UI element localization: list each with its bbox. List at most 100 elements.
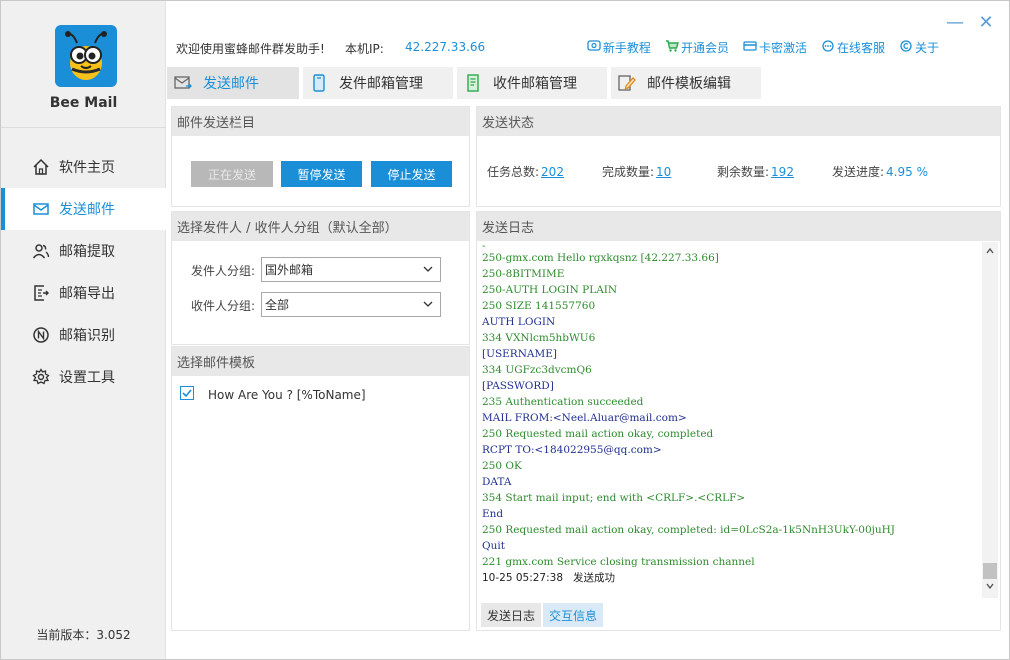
receiver-group-label: 收件人分组: — [191, 299, 256, 313]
stop-send-button[interactable]: 停止发送 — [371, 161, 452, 187]
sidebar-item-export[interactable]: 邮箱导出 — [1, 272, 166, 314]
ip-label: 本机IP: — [345, 42, 384, 56]
gear-icon — [31, 367, 51, 387]
sidebar-item-label: 邮箱导出 — [59, 286, 115, 302]
status-panel-title: 发送状态 — [477, 107, 1000, 136]
done-count: 完成数量: 10 — [602, 165, 672, 179]
sidebar-item-label: 设置工具 — [59, 370, 115, 386]
vip-link[interactable]: 开通会员 — [665, 39, 729, 56]
log-tab-interaction[interactable]: 交互信息 — [543, 603, 604, 627]
sidebar: Bee Mail 软件主页 发送邮件 邮箱提取 邮箱导出 邮箱识别 设置工具 当… — [1, 1, 166, 659]
welcome-text: 欢迎使用蜜蜂邮件群发助手! — [176, 42, 325, 56]
checkbox-checked-icon[interactable] — [180, 386, 194, 404]
online-service-link[interactable]: 在线客服 — [821, 39, 885, 56]
card-activate-link[interactable]: 卡密激活 — [743, 39, 807, 56]
log-line: MAIL FROM:<Neel.Aluar@mail.com> — [482, 412, 687, 424]
log-content: - 250-gmx.com Hello rgxkqsnz [42.227.33.… — [479, 242, 987, 596]
scroll-thumb[interactable] — [983, 563, 997, 579]
export-icon — [31, 283, 51, 303]
app-name: Bee Mail — [49, 95, 118, 111]
chevron-down-icon — [422, 263, 434, 278]
sidebar-item-label: 软件主页 — [59, 160, 115, 176]
close-button[interactable]: ✕ — [975, 11, 997, 33]
sidebar-item-extract[interactable]: 邮箱提取 — [1, 230, 166, 272]
users-icon — [31, 241, 51, 261]
log-line: DATA — [482, 476, 512, 488]
sidebar-item-send-mail[interactable]: 发送邮件 — [1, 188, 166, 230]
log-line: 250 Requested mail action okay, complete… — [482, 524, 896, 536]
log-tabs: 发送日志 交互信息 — [481, 603, 604, 627]
group-panel-title: 选择发件人 / 收件人分组（默认全部） — [172, 212, 469, 241]
app-window: Bee Mail 软件主页 发送邮件 邮箱提取 邮箱导出 邮箱识别 设置工具 当… — [0, 0, 1010, 660]
home-icon — [31, 157, 51, 177]
about-link[interactable]: 关于 — [899, 39, 939, 56]
sidebar-divider — [1, 127, 166, 128]
main-tabs: 发送邮件 发件邮箱管理 收件邮箱管理 邮件模板编辑 — [167, 67, 761, 99]
log-lines: 250-gmx.com Hello rgxkqsnz [42.227.33.66… — [479, 250, 987, 570]
identify-icon — [31, 325, 51, 345]
document-icon — [463, 73, 483, 93]
log-panel: 发送日志 - 250-gmx.com Hello rgxkqsnz [42.22… — [476, 211, 1001, 631]
log-line: RCPT TO:<184022955@qq.com> — [482, 444, 662, 456]
log-line-partial: - — [482, 242, 486, 252]
chevron-up-icon[interactable] — [985, 245, 995, 260]
send-panel-title: 邮件发送栏目 — [172, 107, 469, 136]
log-line: AUTH LOGIN — [482, 316, 556, 328]
sender-group-select[interactable]: 国外邮箱 — [261, 257, 441, 282]
version-label: 当前版本：3.052 — [36, 628, 131, 642]
log-scrollbar[interactable] — [982, 242, 998, 598]
log-line: Quit — [482, 540, 505, 552]
send-progress: 发送进度: 4.95 % — [832, 165, 928, 179]
header-links: 新手教程 开通会员 卡密激活 在线客服 关于 — [587, 39, 939, 56]
top-bar: 欢迎使用蜜蜂邮件群发助手! 本机IP: 42.227.33.66 新手教程 开通… — [167, 1, 1009, 65]
tutorial-icon — [587, 40, 601, 55]
mail-icon — [31, 199, 51, 219]
log-line: 221 gmx.com Service closing transmission… — [482, 556, 755, 568]
log-line: 334 UGFzc3dvcmQ6 — [482, 364, 592, 376]
remain-count: 剩余数量: 192 — [717, 165, 794, 179]
log-last-line: 10-25 05:27:38 发送成功 — [482, 572, 616, 584]
send-panel: 邮件发送栏目 正在发送 暂停发送 停止发送 — [171, 106, 470, 207]
pause-send-button[interactable]: 暂停发送 — [281, 161, 362, 187]
log-line: 250 OK — [482, 460, 522, 472]
log-line: [PASSWORD] — [482, 380, 554, 392]
log-line: 334 VXNlcm5hbWU6 — [482, 332, 596, 344]
template-panel: 选择邮件模板 How Are You ? [%ToName] — [171, 346, 470, 631]
log-panel-title: 发送日志 — [477, 212, 1000, 241]
log-line: 250 SIZE 141557760 — [482, 300, 596, 312]
status-panel: 发送状态 任务总数: 202 完成数量: 10 剩余数量: 192 发送进度: 4.95… — [476, 106, 1001, 207]
mail-send-icon — [173, 73, 193, 93]
log-line: 250-AUTH LOGIN PLAIN — [482, 284, 618, 296]
receiver-group-select[interactable]: 全部 — [261, 292, 441, 317]
template-item-label: How Are You ? [%ToName] — [208, 388, 366, 402]
sidebar-item-home[interactable]: 软件主页 — [1, 146, 166, 188]
tab-template-edit[interactable]: 邮件模板编辑 — [611, 67, 761, 99]
template-item[interactable]: How Are You ? [%ToName] — [180, 386, 366, 404]
tutorial-link[interactable]: 新手教程 — [587, 39, 651, 56]
sender-group-label: 发件人分组: — [191, 264, 256, 278]
tab-send-mail[interactable]: 发送邮件 — [167, 67, 299, 99]
ip-value: 42.227.33.66 — [405, 40, 486, 54]
sidebar-item-label: 邮箱提取 — [59, 244, 115, 260]
chat-icon — [821, 40, 835, 55]
tab-sender-manage[interactable]: 发件邮箱管理 — [303, 67, 453, 99]
log-line: 235 Authentication succeeded — [482, 396, 644, 408]
sidebar-item-label: 邮箱识别 — [59, 328, 115, 344]
log-line: [USERNAME] — [482, 348, 557, 360]
edit-icon — [617, 73, 637, 93]
sending-button[interactable]: 正在发送 — [191, 161, 273, 187]
sidebar-item-label: 发送邮件 — [59, 202, 115, 218]
sidebar-item-settings[interactable]: 设置工具 — [1, 356, 166, 398]
sidebar-item-identify[interactable]: 邮箱识别 — [1, 314, 166, 356]
chevron-down-icon[interactable] — [985, 580, 995, 595]
tab-receiver-manage[interactable]: 收件邮箱管理 — [457, 67, 607, 99]
minimize-button[interactable]: — — [944, 11, 966, 33]
log-line: 354 Start mail input; end with <CRLF>.<C… — [482, 492, 746, 504]
phone-icon — [309, 73, 329, 93]
card-icon — [743, 40, 757, 55]
sidebar-nav: 软件主页 发送邮件 邮箱提取 邮箱导出 邮箱识别 设置工具 — [1, 146, 166, 398]
total-count: 任务总数: 202 — [487, 165, 564, 179]
log-tab-send-log[interactable]: 发送日志 — [481, 603, 542, 627]
copyright-icon — [899, 40, 913, 55]
group-panel: 选择发件人 / 收件人分组（默认全部） 发件人分组: 国外邮箱 收件人分组: 全… — [171, 211, 470, 345]
